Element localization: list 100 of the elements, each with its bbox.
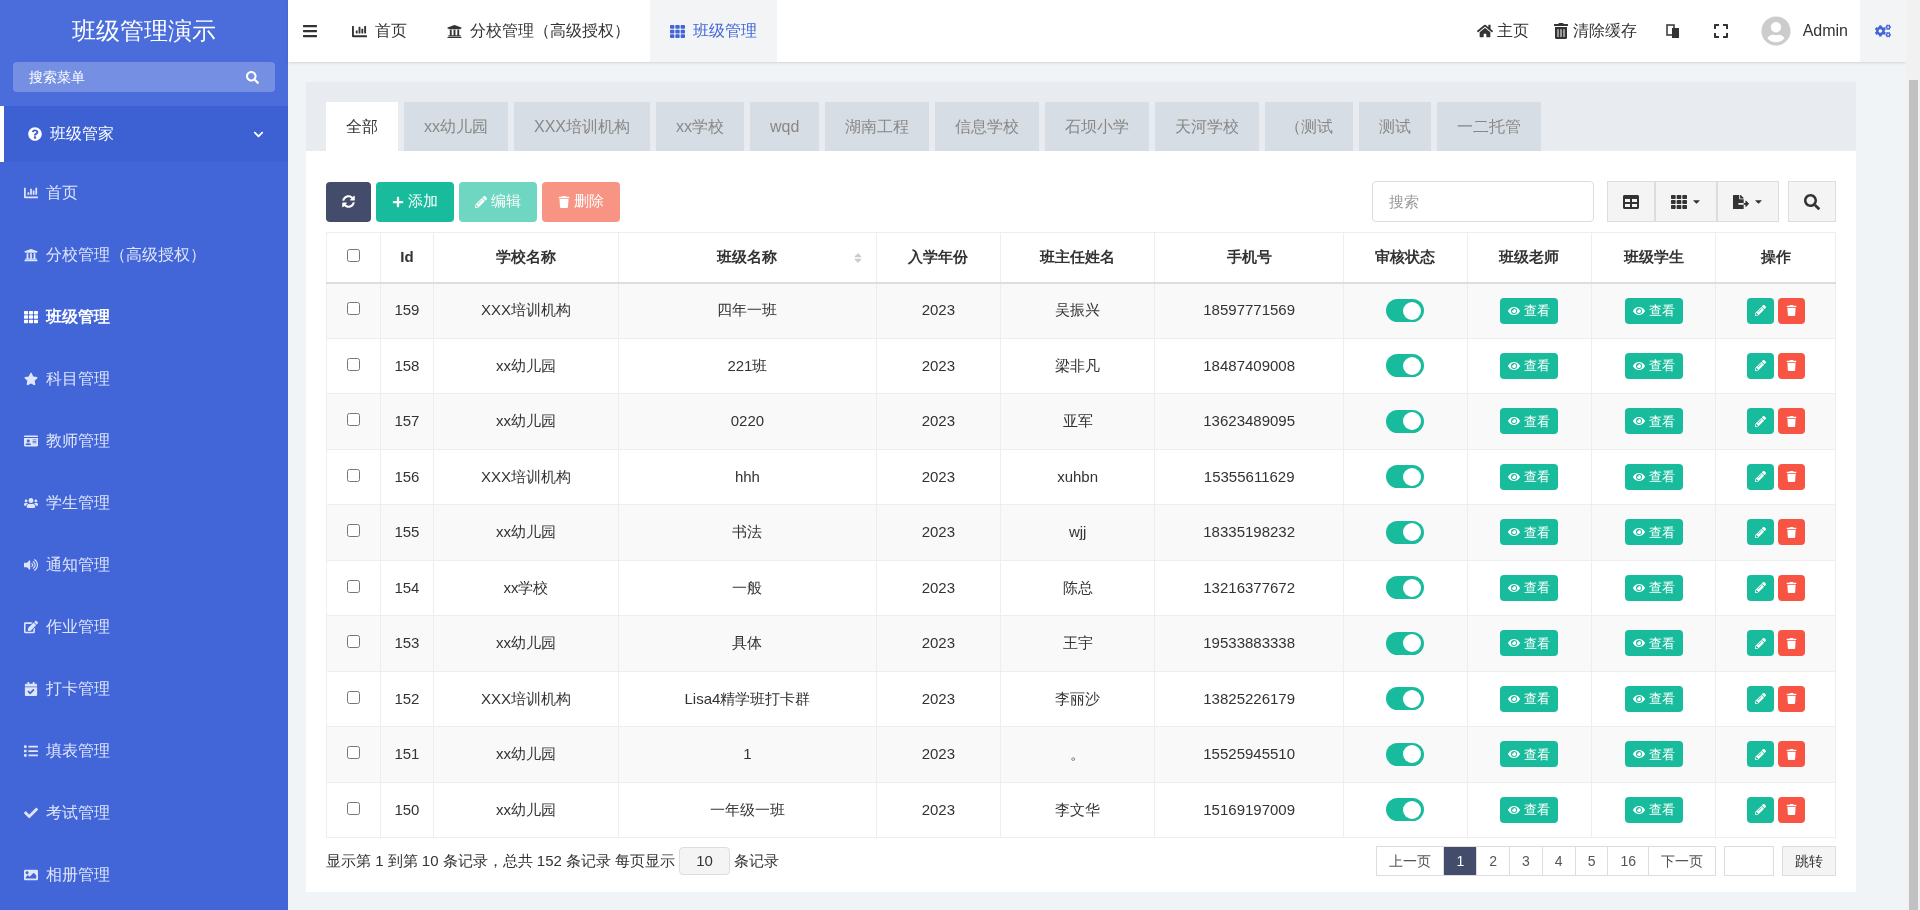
approval-toggle[interactable] (1386, 354, 1425, 378)
delete-row-button[interactable] (1777, 796, 1805, 823)
sidebar-item[interactable]: 分校管理（高级授权） (0, 224, 288, 286)
page-button[interactable]: 2 (1476, 846, 1511, 876)
sidebar-item[interactable]: 班级管理 (0, 286, 288, 348)
row-checkbox[interactable] (347, 413, 360, 426)
edit-row-button[interactable] (1746, 796, 1774, 823)
school-tab[interactable]: 全部 (326, 102, 398, 151)
edit-row-button[interactable] (1746, 352, 1774, 379)
settings-button[interactable] (1860, 0, 1906, 62)
view-button[interactable]: 查看 (1624, 352, 1683, 379)
school-tab[interactable]: 一二托管 (1437, 102, 1542, 151)
edit-row-button[interactable] (1746, 685, 1774, 712)
sidebar-item[interactable]: 教师管理 (0, 410, 288, 472)
sidebar-item[interactable]: 学生管理 (0, 472, 288, 534)
view-button[interactable]: 查看 (1624, 297, 1683, 324)
delete-row-button[interactable] (1777, 574, 1805, 601)
delete-row-button[interactable] (1777, 685, 1805, 712)
edit-row-button[interactable] (1746, 297, 1774, 324)
view-button[interactable]: 查看 (1624, 408, 1683, 435)
clear-cache-link[interactable]: 清除缓存 (1540, 19, 1649, 43)
nav-tab[interactable]: 分校管理（高级授权） (427, 0, 650, 62)
view-button[interactable]: 查看 (1624, 463, 1683, 490)
approval-toggle[interactable] (1386, 520, 1425, 544)
home-link[interactable]: 主页 (1464, 19, 1541, 43)
delete-row-button[interactable] (1777, 408, 1805, 435)
view-button[interactable]: 查看 (1500, 463, 1559, 490)
columns-button[interactable] (1655, 181, 1717, 222)
school-tab[interactable]: XXX培训机构 (514, 102, 650, 151)
view-button[interactable]: 查看 (1624, 685, 1683, 712)
sidebar-item[interactable]: 通知管理 (0, 534, 288, 596)
view-button[interactable]: 查看 (1500, 685, 1559, 712)
page-button[interactable]: 5 (1574, 846, 1609, 876)
school-tab[interactable]: 信息学校 (935, 102, 1040, 151)
view-button[interactable]: 查看 (1500, 352, 1559, 379)
view-button[interactable]: 查看 (1500, 519, 1559, 546)
view-button[interactable]: 查看 (1624, 741, 1683, 768)
row-checkbox[interactable] (347, 468, 360, 482)
row-checkbox[interactable] (347, 357, 360, 371)
menu-group-header[interactable]: 班级管家 (0, 106, 288, 162)
page-button[interactable]: 3 (1509, 846, 1543, 876)
sidebar-item[interactable]: 科目管理 (0, 348, 288, 410)
school-tab[interactable]: 石坝小学 (1045, 102, 1150, 151)
view-button[interactable]: 查看 (1624, 519, 1683, 546)
add-button[interactable]: 添加 (376, 181, 454, 222)
school-tab[interactable]: 测试 (1359, 102, 1432, 151)
edit-row-button[interactable] (1746, 408, 1774, 435)
approval-toggle[interactable] (1386, 299, 1425, 322)
jump-button[interactable]: 跳转 (1782, 846, 1836, 876)
approval-toggle[interactable] (1386, 742, 1425, 766)
sidebar-item[interactable]: 填表管理 (0, 720, 288, 782)
search-button[interactable] (1788, 181, 1836, 222)
sidebar-item[interactable]: 打卡管理 (0, 658, 288, 720)
view-button[interactable]: 查看 (1500, 630, 1559, 657)
approval-toggle[interactable] (1386, 631, 1425, 655)
view-button[interactable]: 查看 (1500, 297, 1559, 324)
nav-tab[interactable]: 班级管理 (650, 0, 777, 62)
sidebar-item[interactable]: 作业管理 (0, 596, 288, 658)
sidebar-item[interactable]: 首页 (0, 162, 288, 224)
page-button[interactable]: 4 (1541, 846, 1576, 876)
row-checkbox[interactable] (347, 579, 360, 593)
page-button[interactable]: 1 (1443, 846, 1478, 876)
view-button[interactable]: 查看 (1624, 574, 1683, 601)
view-button[interactable]: 查看 (1500, 796, 1559, 823)
page-size-select[interactable]: 10 (679, 847, 730, 875)
row-checkbox[interactable] (347, 635, 360, 648)
page-button[interactable]: 上一页 (1376, 846, 1445, 876)
view-button[interactable]: 查看 (1500, 574, 1559, 601)
delete-row-button[interactable] (1777, 463, 1805, 490)
delete-row-button[interactable] (1777, 519, 1805, 546)
refresh-button[interactable] (326, 181, 371, 222)
edit-row-button[interactable] (1746, 519, 1774, 546)
view-button[interactable]: 查看 (1500, 408, 1559, 435)
search-field[interactable]: 搜索 (1372, 181, 1594, 222)
page-button[interactable]: 16 (1607, 846, 1649, 876)
school-tab[interactable]: xx学校 (656, 102, 744, 151)
delete-row-button[interactable] (1777, 630, 1805, 657)
delete-row-button[interactable] (1777, 297, 1805, 324)
edit-button[interactable]: 编辑 (459, 181, 537, 222)
page-button[interactable]: 下一页 (1648, 846, 1716, 876)
row-checkbox[interactable] (347, 302, 360, 316)
nav-tab[interactable]: 首页 (332, 0, 427, 62)
view-button[interactable]: 查看 (1624, 630, 1683, 657)
delete-button[interactable]: 删除 (542, 181, 620, 222)
approval-toggle[interactable] (1386, 798, 1425, 822)
school-tab[interactable]: wqd (750, 102, 820, 151)
page-input[interactable] (1724, 846, 1774, 876)
row-checkbox[interactable] (347, 746, 360, 759)
approval-toggle[interactable] (1386, 409, 1425, 433)
sidebar-item[interactable]: 考试管理 (0, 782, 288, 844)
approval-toggle[interactable] (1386, 465, 1425, 489)
user-menu[interactable]: Admin (1790, 19, 1860, 43)
row-checkbox[interactable] (347, 801, 360, 815)
school-tab[interactable]: 天河学校 (1155, 102, 1260, 151)
delete-row-button[interactable] (1777, 741, 1805, 768)
school-tab[interactable]: 湖南工程 (825, 102, 930, 151)
table-view-button[interactable] (1607, 181, 1655, 222)
sidebar-item[interactable]: 相册管理 (0, 844, 288, 906)
edit-row-button[interactable] (1746, 574, 1774, 601)
school-tab[interactable]: （测试 (1265, 102, 1354, 151)
